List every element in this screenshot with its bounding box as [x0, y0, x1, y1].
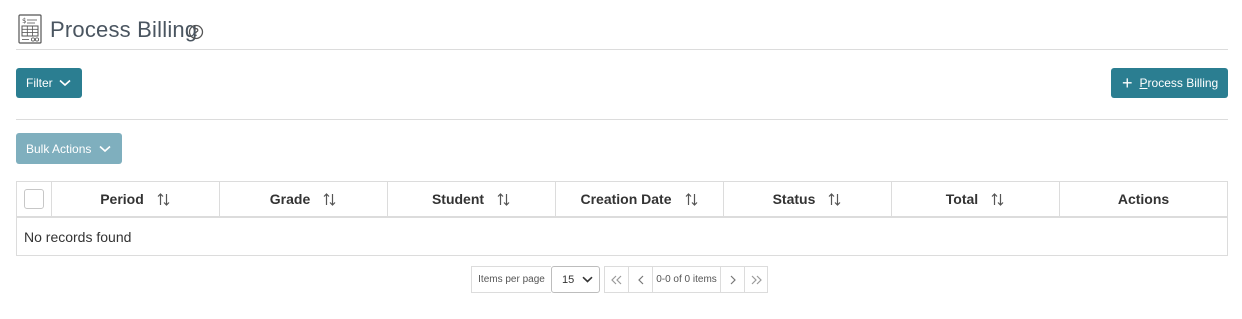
- chevron-right-icon: [730, 275, 736, 284]
- pagination-bar: Items per page 15 0-0 of 0 items: [471, 266, 768, 293]
- page-size-select[interactable]: 15: [551, 266, 600, 293]
- page-size-value: 15: [562, 273, 575, 286]
- column-header-student[interactable]: Student: [388, 182, 556, 216]
- select-all-checkbox[interactable]: [24, 189, 44, 209]
- page-title: Process Billing: [50, 17, 198, 42]
- sort-icon: [497, 192, 510, 206]
- billing-calculator-icon: $: [18, 14, 42, 44]
- chevron-down-icon: [582, 276, 593, 283]
- plus-icon: +: [1122, 73, 1133, 93]
- bulk-actions-button-label: Bulk Actions: [26, 141, 92, 156]
- column-header-total[interactable]: Total: [892, 182, 1060, 216]
- page-header: $ Process Billing: [16, 12, 1228, 50]
- bulk-actions-button[interactable]: Bulk Actions: [16, 133, 122, 164]
- empty-table-row: No records found: [17, 218, 1227, 255]
- sort-icon: [323, 192, 336, 206]
- previous-page-button[interactable]: [628, 266, 652, 293]
- help-circle-icon[interactable]: [188, 24, 204, 40]
- toolbar-divider: [16, 119, 1228, 120]
- last-page-button[interactable]: [744, 266, 768, 293]
- column-header-period[interactable]: Period: [52, 182, 220, 216]
- double-chevron-left-icon: [610, 275, 621, 284]
- sort-icon: [685, 192, 697, 206]
- chevron-down-icon: [99, 145, 111, 152]
- billing-table: Period Grade Student Creation Date Statu…: [16, 181, 1228, 256]
- filter-button[interactable]: Filter: [16, 68, 82, 98]
- empty-message: No records found: [24, 228, 132, 245]
- first-page-button[interactable]: [604, 266, 628, 293]
- next-page-button[interactable]: [720, 266, 744, 293]
- process-billing-button[interactable]: + Process Billing: [1111, 68, 1228, 98]
- sort-icon: [991, 192, 1004, 206]
- filter-button-label: Filter: [26, 76, 53, 90]
- pagination-range: 0-0 of 0 items: [652, 266, 720, 293]
- column-header-creation-date[interactable]: Creation Date: [556, 182, 724, 216]
- column-header-status[interactable]: Status: [724, 182, 892, 216]
- items-per-page-label: Items per page: [471, 266, 551, 293]
- column-header-actions: Actions: [1117, 191, 1170, 207]
- process-billing-button-label: Process Billing: [1139, 76, 1219, 90]
- double-chevron-right-icon: [751, 275, 762, 284]
- sort-icon: [828, 192, 841, 206]
- sort-icon: [157, 192, 170, 206]
- column-header-grade[interactable]: Grade: [220, 182, 388, 216]
- table-header-row: Period Grade Student Creation Date Statu…: [17, 182, 1227, 218]
- chevron-down-icon: [59, 79, 71, 87]
- chevron-left-icon: [637, 275, 643, 284]
- select-all-cell: [17, 182, 52, 216]
- svg-text:$: $: [22, 17, 26, 25]
